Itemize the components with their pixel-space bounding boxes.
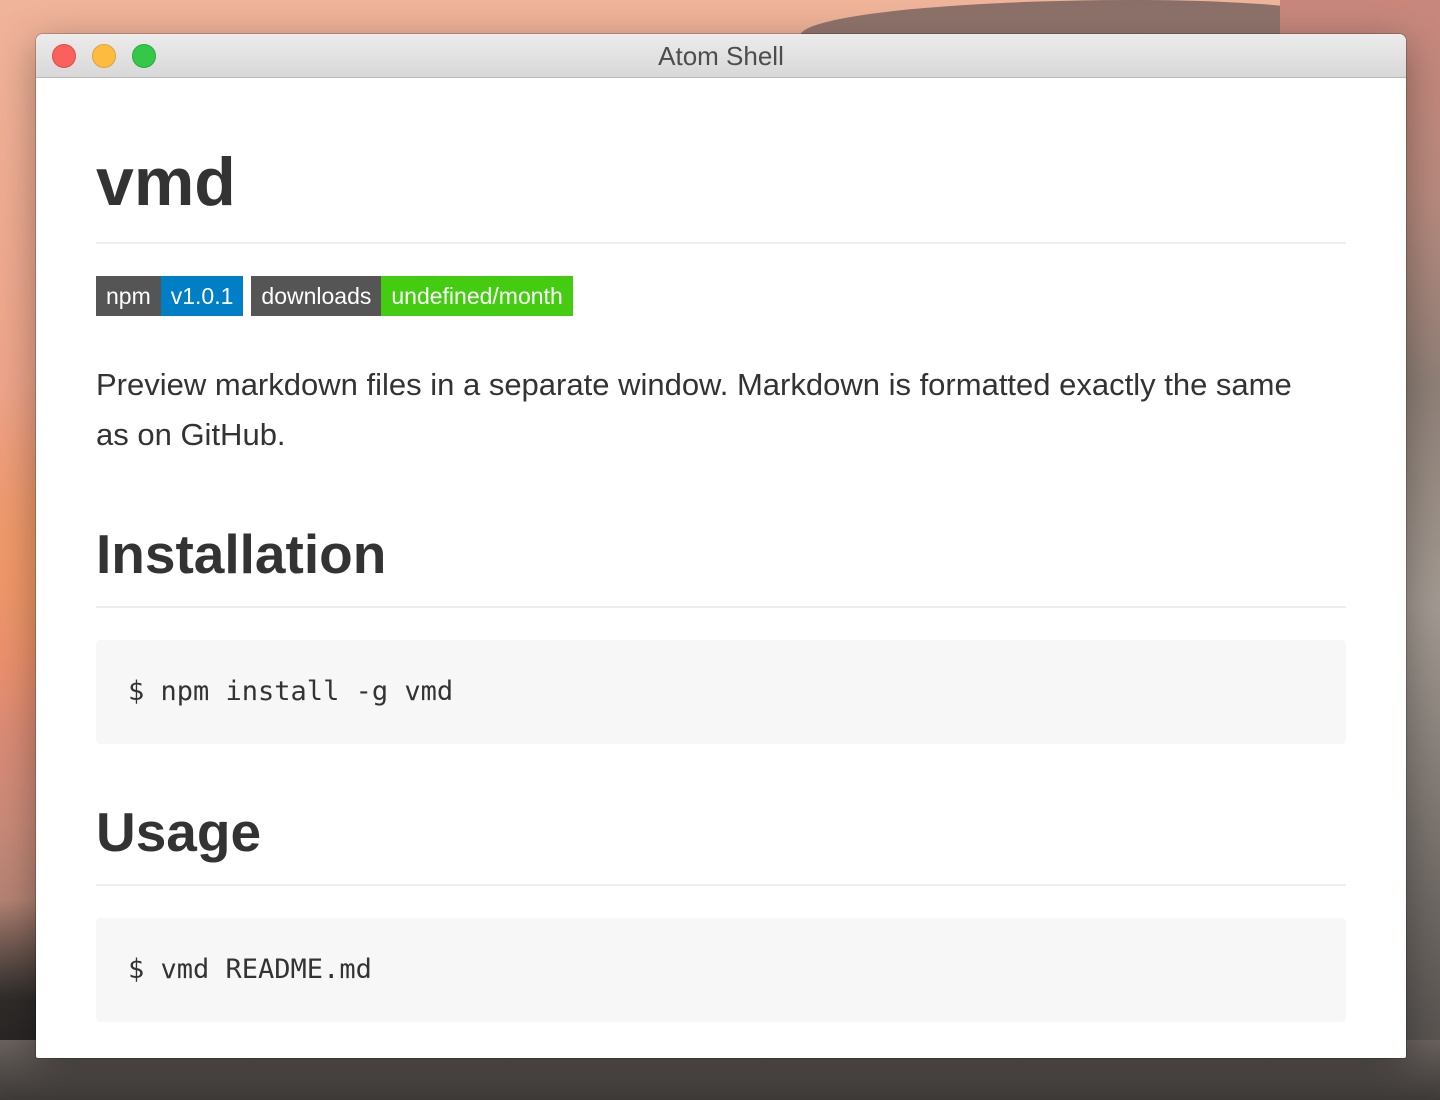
npm-version-badge[interactable]: npm v1.0.1 [96, 276, 244, 316]
usage-code-block: $ vmd README.md [96, 918, 1346, 1022]
markdown-preview: vmd npm v1.0.1 downloads undefined/month… [36, 78, 1406, 1022]
downloads-badge-label: downloads [251, 276, 382, 316]
window-title: Atom Shell [658, 41, 784, 71]
title-bar[interactable]: Atom Shell [36, 34, 1406, 78]
page-title: vmd [96, 78, 1346, 244]
app-window: Atom Shell vmd npm v1.0.1 downloads unde… [36, 34, 1406, 1058]
usage-heading: Usage [96, 800, 1346, 886]
npm-badge-value: v1.0.1 [160, 276, 244, 316]
downloads-badge[interactable]: downloads undefined/month [251, 276, 573, 316]
badge-row: npm v1.0.1 downloads undefined/month [96, 276, 1346, 316]
installation-code-block: $ npm install -g vmd [96, 640, 1346, 744]
description-paragraph: Preview markdown files in a separate win… [96, 367, 1292, 452]
downloads-badge-value: undefined/month [381, 276, 573, 316]
installation-heading: Installation [96, 522, 1346, 608]
npm-badge-label: npm [96, 276, 161, 316]
